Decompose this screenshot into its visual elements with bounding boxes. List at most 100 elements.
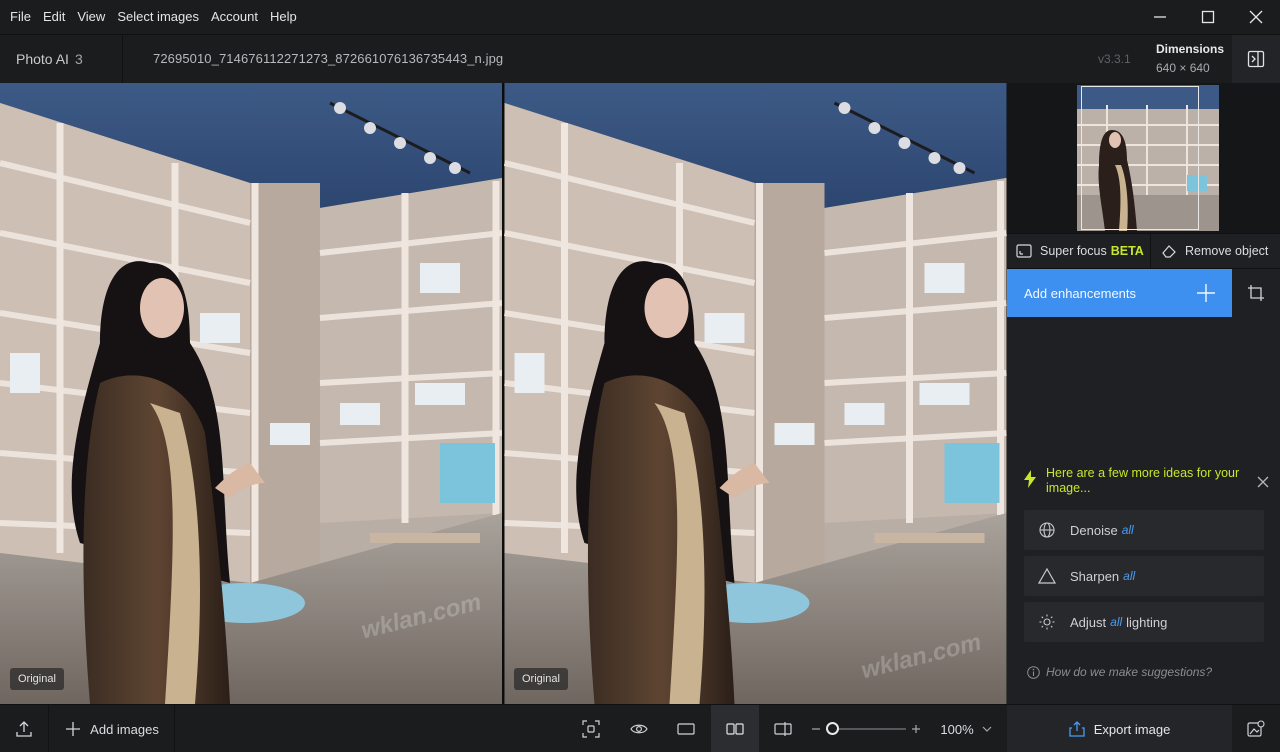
eye-icon <box>630 724 648 734</box>
side-by-side-icon <box>726 723 744 735</box>
bottom-toolbar: Add images 100% Export image <box>0 704 1280 752</box>
toolbar-divider <box>174 705 175 752</box>
preview-toggle-button[interactable] <box>616 705 662 752</box>
idea-label: Adjust <box>1070 614 1107 630</box>
suggestions-info-link[interactable]: How do we make suggestions? <box>1027 665 1212 679</box>
add-enhancements-button[interactable]: Add enhancements <box>1007 269 1232 317</box>
export-settings-button[interactable] <box>1232 705 1280 752</box>
plus-icon <box>912 725 920 733</box>
globe-icon <box>1039 522 1055 538</box>
dimensions-value: 640 × 640 <box>1156 61 1210 75</box>
upload-button[interactable] <box>0 705 48 752</box>
menu-help[interactable]: Help <box>264 0 303 34</box>
sun-icon <box>1039 614 1055 630</box>
image-count: 3 <box>74 51 83 67</box>
image-settings-icon <box>1247 720 1265 737</box>
toggle-panel-button[interactable] <box>1232 35 1280 83</box>
eraser-icon <box>1162 245 1176 258</box>
export-image-label: Export image <box>1093 721 1171 737</box>
zoom-slider-handle[interactable] <box>826 722 839 735</box>
close-icon <box>1257 476 1269 488</box>
window-controls <box>1136 0 1280 34</box>
lightning-icon <box>1024 470 1036 488</box>
dimensions-label: Dimensions <box>1156 42 1225 56</box>
header-bar: Photo AI 3 72695010_714676112271273_87266… <box>0 34 1280 83</box>
face-detect-button[interactable] <box>568 705 614 752</box>
idea-scope: all <box>1123 569 1136 583</box>
dimensions-info: Dimensions 640 × 640 <box>1156 41 1224 79</box>
idea-label-suffix: lighting <box>1126 614 1168 630</box>
original-preview-left[interactable]: Original <box>0 83 502 704</box>
maximize-icon <box>1201 10 1215 24</box>
minimize-button[interactable] <box>1136 0 1184 34</box>
close-ideas-button[interactable] <box>1257 475 1269 493</box>
menu-list: File Edit View Select images Account Hel… <box>0 0 303 34</box>
file-name: 72695010_714676112271273_872661076136735… <box>153 51 504 66</box>
menu-view[interactable]: View <box>71 0 111 34</box>
toolbar-divider <box>48 705 49 752</box>
triangle-icon <box>1038 568 1056 584</box>
menu-select-images[interactable]: Select images <box>111 0 205 34</box>
idea-scope: all <box>1121 523 1134 537</box>
chevron-down-icon <box>982 726 992 732</box>
remove-object-button[interactable]: Remove object <box>1151 234 1280 268</box>
zoom-slider[interactable] <box>826 722 906 735</box>
app-version: v3.3.1 <box>1098 52 1131 66</box>
split-view-icon <box>774 722 792 736</box>
export-image-button[interactable]: Export image <box>1007 705 1232 752</box>
menu-bar: File Edit View Select images Account Hel… <box>0 0 1280 34</box>
idea-scope: all <box>1110 615 1123 629</box>
minus-icon <box>812 728 820 730</box>
split-view-button[interactable] <box>760 705 806 752</box>
idea-label: Denoise <box>1070 522 1118 538</box>
beta-badge: BETA <box>1110 244 1144 258</box>
close-window-button[interactable] <box>1232 0 1280 34</box>
single-view-button[interactable] <box>663 705 709 752</box>
zoom-in-button[interactable] <box>908 705 924 752</box>
close-icon <box>1249 10 1263 24</box>
viewport-frame[interactable] <box>1081 86 1199 230</box>
library-photo <box>0 83 502 704</box>
original-label-right: Original <box>514 668 568 690</box>
menu-edit[interactable]: Edit <box>37 0 71 34</box>
ideas-header: Here are a few more ideas for your image… <box>1023 466 1273 496</box>
idea-sharpen[interactable]: Sharpen all <box>1024 556 1264 596</box>
super-focus-label: Super focus <box>1040 244 1107 258</box>
zoom-out-button[interactable] <box>808 705 824 752</box>
minimize-icon <box>1154 16 1166 18</box>
navigator[interactable] <box>1007 83 1280 233</box>
right-panel: Super focus BETA Remove object Add enhanc… <box>1007 83 1280 704</box>
single-view-icon <box>677 723 695 735</box>
maximize-button[interactable] <box>1184 0 1232 34</box>
suggestions-link-text: How do we make suggestions? <box>1046 665 1213 679</box>
add-images-button[interactable]: Add images <box>56 705 168 752</box>
info-icon <box>1027 665 1040 679</box>
ideas-title: Here are a few more ideas for your image… <box>1046 466 1240 495</box>
crop-button[interactable] <box>1232 269 1280 317</box>
idea-label: Sharpen <box>1070 568 1120 584</box>
original-preview-right[interactable]: Original <box>504 83 1007 704</box>
add-images-label: Add images <box>90 721 159 737</box>
side-by-side-view-button[interactable] <box>711 705 759 752</box>
remove-object-label: Remove object <box>1185 244 1269 258</box>
face-scan-icon <box>582 720 600 738</box>
super-focus-button[interactable]: Super focus BETA <box>1007 234 1151 268</box>
zoom-value: 100% <box>940 721 974 737</box>
app-title[interactable]: Photo AI 3 <box>16 35 83 83</box>
idea-denoise[interactable]: Denoise all <box>1024 510 1264 550</box>
image-viewer[interactable]: Original Original wklan.com wklan.com <box>0 83 1007 704</box>
app-name: Photo AI <box>16 51 69 67</box>
menu-account[interactable]: Account <box>205 0 264 34</box>
export-icon <box>1069 721 1085 737</box>
add-enhancements-label: Add enhancements <box>1024 285 1137 301</box>
idea-adjust-lighting[interactable]: Adjust all lighting <box>1024 602 1264 642</box>
menu-file[interactable]: File <box>10 0 37 34</box>
header-divider <box>122 35 123 83</box>
plus-icon <box>1197 284 1215 302</box>
zoom-dropdown[interactable]: 100% <box>936 705 996 752</box>
side-panel-icon <box>1247 50 1265 68</box>
crop-icon <box>1248 285 1264 301</box>
upload-icon <box>16 721 32 737</box>
library-photo <box>504 83 1007 704</box>
tools-row: Super focus BETA Remove object <box>1007 233 1280 269</box>
